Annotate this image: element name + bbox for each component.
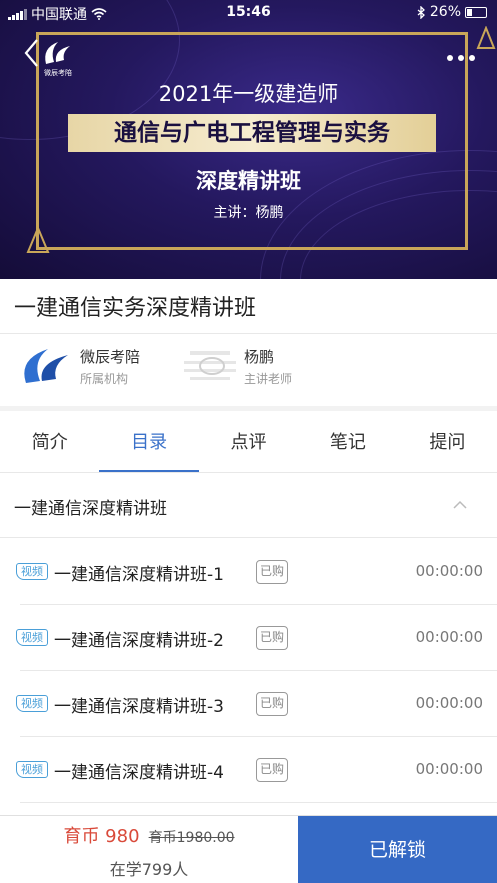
banner-logo: 微辰考陪 [36, 38, 80, 80]
teacher-block[interactable]: 杨鹏 主讲老师 [182, 345, 292, 387]
purchased-badge: 已购 [256, 692, 288, 716]
purchased-badge: 已购 [256, 758, 288, 782]
video-badge: 视频 [16, 761, 48, 778]
org-sub: 所属机构 [80, 371, 129, 386]
video-badge: 视频 [16, 629, 48, 646]
chapter-header[interactable]: 一建通信深度精讲班 [0, 472, 497, 538]
teacher-name: 杨鹏 [244, 347, 275, 366]
chevron-up-icon [453, 500, 467, 509]
lesson-item[interactable]: 视频 一建通信深度精讲班-2 已购 00:00:00 [0, 605, 497, 671]
lesson-item[interactable]: 视频 一建通信深度精讲班-3 已购 00:00:00 [0, 671, 497, 737]
lesson-title: 一建通信深度精讲班-3 [54, 697, 224, 717]
tab-intro[interactable]: 简介 [0, 412, 99, 472]
purchase-bar: 育币 980 育币1980.00 在学799人 已解锁 [0, 815, 497, 883]
video-badge: 视频 [16, 563, 48, 580]
banner-line-1: 2021年一级建造师 [158, 82, 339, 106]
lesson-duration: 00:00:00 [415, 562, 483, 580]
org-name: 微辰考陪 [80, 347, 141, 366]
teacher-avatar [184, 351, 236, 380]
banner-triangle-decoration [26, 226, 50, 253]
video-badge: 视频 [16, 695, 48, 712]
course-banner: 中国联通 15:46 26% 微辰考陪 2021年一级建造师 通信与广电工程管理… [0, 0, 497, 279]
more-dots-icon [447, 55, 475, 61]
banner-triangle-decoration-2 [476, 26, 496, 49]
lesson-duration: 00:00:00 [415, 628, 483, 646]
lesson-title: 一建通信深度精讲班-1 [54, 565, 224, 585]
lesson-duration: 00:00:00 [415, 760, 483, 778]
more-button[interactable] [443, 46, 479, 70]
org-block[interactable]: 微辰考陪 所属机构 [20, 345, 140, 387]
lesson-item[interactable]: 视频 一建通信深度精讲班-1 已购 00:00:00 [0, 539, 497, 605]
original-price: 育币1980.00 [148, 830, 235, 846]
current-price: 育币 980 [63, 826, 140, 847]
banner-line-2: 通信与广电工程管理与实务 [68, 114, 436, 152]
purchased-badge: 已购 [256, 560, 288, 584]
tab-bar: 简介 目录 点评 笔记 提问 [0, 412, 497, 472]
banner-logo-caption: 微辰考陪 [44, 69, 72, 77]
lesson-title: 一建通信深度精讲班-2 [54, 631, 224, 651]
unlocked-button[interactable]: 已解锁 [298, 816, 497, 883]
tab-reviews[interactable]: 点评 [199, 412, 298, 472]
lesson-item[interactable]: 视频 一建通信深度精讲班-4 已购 00:00:00 [0, 737, 497, 803]
tab-catalog[interactable]: 目录 [99, 412, 200, 472]
tab-notes[interactable]: 笔记 [298, 412, 397, 472]
battery-icon [465, 6, 487, 18]
divider [20, 802, 497, 803]
battery-percent: 26% [429, 4, 461, 20]
org-logo-icon [24, 349, 68, 383]
purchased-badge: 已购 [256, 626, 288, 650]
status-bar: 中国联通 15:46 26% [0, 0, 497, 28]
section-gap [0, 406, 497, 411]
price-row: 育币 980 育币1980.00 [0, 822, 298, 848]
wave-logo-icon [45, 42, 70, 64]
tab-questions[interactable]: 提问 [398, 412, 497, 472]
lesson-title: 一建通信深度精讲班-4 [54, 763, 224, 783]
banner-line-3: 深度精讲班 [196, 169, 301, 193]
teacher-sub: 主讲老师 [244, 371, 293, 386]
banner-line-4: 主讲：杨鹏 [213, 205, 284, 221]
chapter-title: 一建通信深度精讲班 [14, 499, 167, 519]
bluetooth-icon [417, 5, 425, 19]
lesson-duration: 00:00:00 [415, 694, 483, 712]
course-title: 一建通信实务深度精讲班 [14, 296, 257, 321]
price-area: 育币 980 育币1980.00 在学799人 [0, 816, 298, 883]
divider [0, 333, 497, 334]
learner-count: 在学799人 [109, 860, 189, 879]
